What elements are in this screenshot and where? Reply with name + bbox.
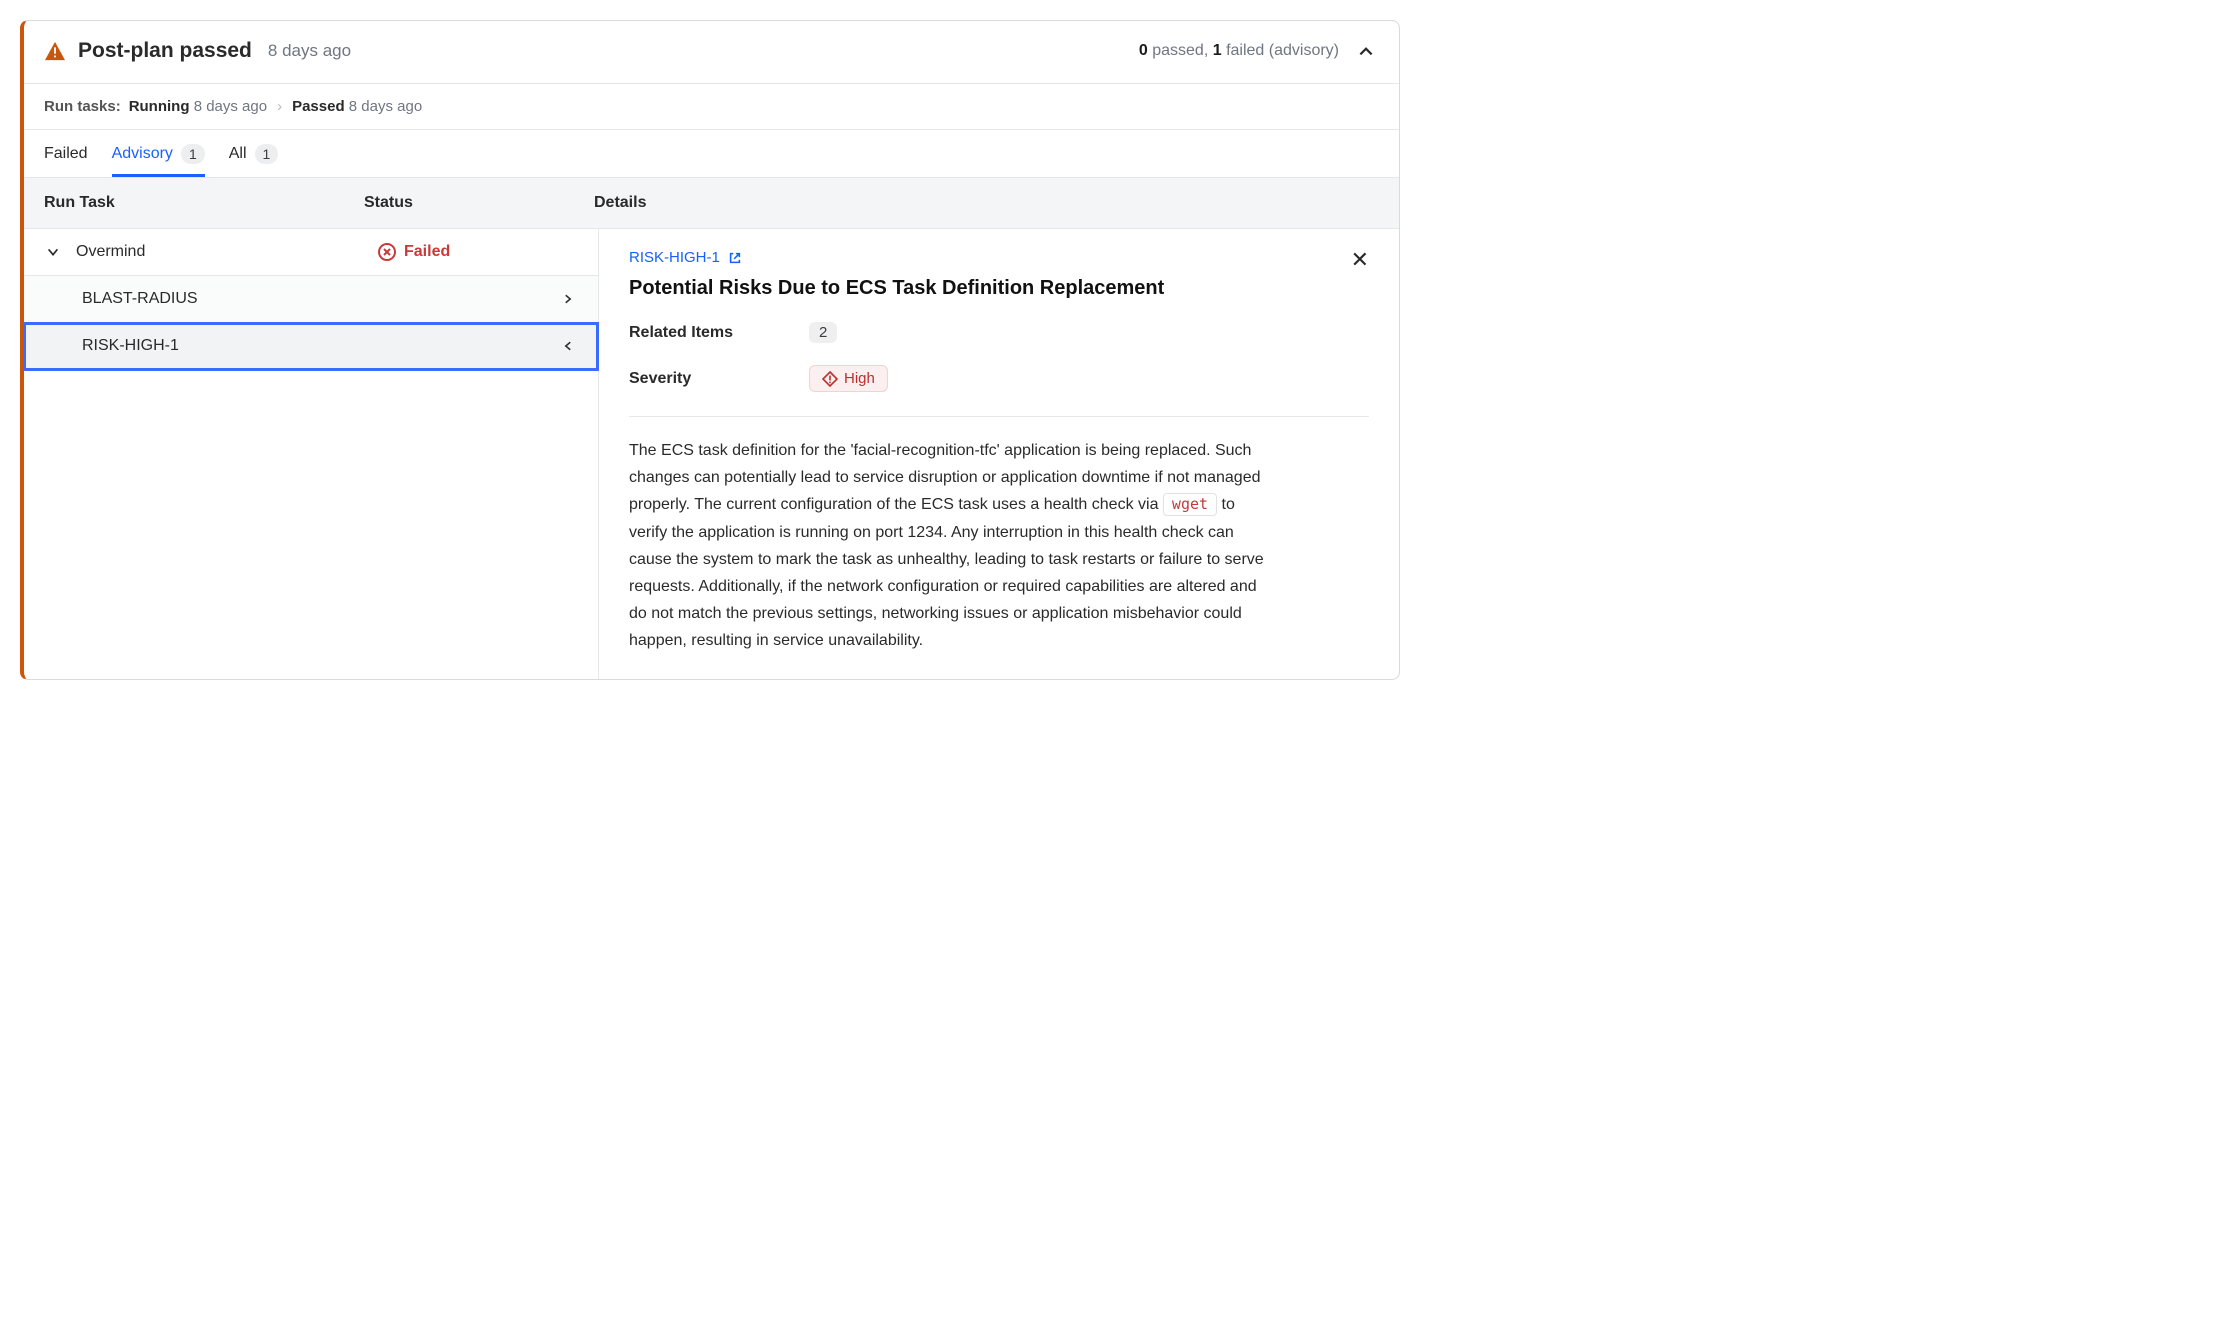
row-label: BLAST-RADIUS [82, 290, 558, 308]
col-details: Details [564, 178, 1399, 228]
kv-severity: Severity High [629, 365, 1369, 392]
chevron-right-icon [558, 293, 578, 305]
breadcrumb: Run tasks: Running 8 days ago › Passed 8… [24, 83, 1399, 130]
row-risk-high-1[interactable]: RISK-HIGH-1 [24, 323, 598, 370]
details-pane: RISK-HIGH-1 ✕ Potential Risks Due to ECS… [599, 229, 1399, 679]
status-text: Failed [404, 243, 450, 261]
panel-time: 8 days ago [268, 41, 351, 61]
severity-badge: High [809, 365, 888, 392]
failed-icon [378, 243, 396, 261]
kv-related-items: Related Items 2 [629, 322, 1369, 343]
chevron-left-icon [558, 340, 578, 352]
tab-all-count: 1 [255, 144, 279, 164]
details-body: The ECS task definition for the 'facial-… [629, 437, 1269, 655]
warning-icon [44, 41, 66, 61]
tab-advisory-count: 1 [181, 144, 205, 164]
run-task-list: Overmind Failed BLAST-RADIUS RISK-HIGH-1 [24, 229, 599, 679]
row-overmind[interactable]: Overmind Failed [24, 229, 598, 276]
row-blast-radius[interactable]: BLAST-RADIUS [24, 276, 598, 323]
tab-all[interactable]: All 1 [229, 144, 279, 177]
breadcrumb-sep-icon: › [277, 98, 282, 115]
close-icon[interactable]: ✕ [1351, 249, 1369, 271]
summary-failed-count: 1 [1213, 42, 1222, 59]
related-items-label: Related Items [629, 324, 789, 342]
col-run-task: Run Task [24, 178, 364, 228]
risk-link[interactable]: RISK-HIGH-1 [629, 249, 742, 266]
external-link-icon [728, 251, 742, 265]
tabs: Failed Advisory 1 All 1 [24, 130, 1399, 177]
panel-header[interactable]: Post-plan passed 8 days ago 0 passed, 1 … [24, 21, 1399, 83]
panel-summary: 0 passed, 1 failed (advisory) [1139, 42, 1339, 60]
related-items-count: 2 [809, 322, 837, 343]
details-title: Potential Risks Due to ECS Task Definiti… [629, 277, 1369, 300]
panel-title: Post-plan passed [78, 39, 252, 63]
summary-passed-count: 0 [1139, 42, 1148, 59]
code-wget: wget [1163, 493, 1217, 516]
row-label: Overmind [76, 243, 378, 261]
chevron-up-icon[interactable] [1357, 42, 1375, 60]
tab-advisory[interactable]: Advisory 1 [112, 144, 205, 177]
alert-diamond-icon [822, 371, 838, 387]
col-status: Status [364, 178, 564, 228]
severity-label: Severity [629, 370, 789, 388]
table-header: Run Task Status Details [24, 177, 1399, 229]
body-split: Overmind Failed BLAST-RADIUS RISK-HIGH-1 [24, 229, 1399, 679]
divider [629, 416, 1369, 417]
breadcrumb-label: Run tasks: [44, 98, 121, 115]
status-cell: Failed [378, 243, 578, 261]
severity-value: High [844, 370, 875, 387]
tab-failed[interactable]: Failed [44, 145, 88, 176]
row-label: RISK-HIGH-1 [82, 337, 558, 355]
post-plan-panel: Post-plan passed 8 days ago 0 passed, 1 … [20, 20, 1400, 680]
breadcrumb-step-passed[interactable]: Passed 8 days ago [292, 98, 422, 115]
chevron-down-icon [44, 245, 62, 259]
breadcrumb-step-running[interactable]: Running 8 days ago [129, 98, 267, 115]
